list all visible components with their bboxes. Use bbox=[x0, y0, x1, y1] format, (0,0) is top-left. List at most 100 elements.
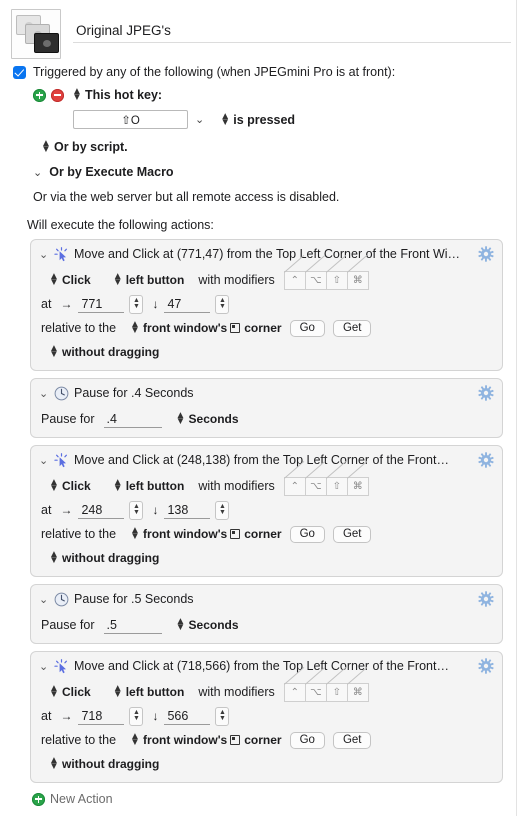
drag-mode-label[interactable]: without dragging bbox=[62, 757, 159, 771]
script-trigger-popup-icon[interactable]: ▲ ▼ bbox=[41, 139, 51, 155]
drag-mode-popup-icon[interactable]: ▲ ▼ bbox=[49, 550, 59, 566]
relative-to-label: relative to the bbox=[41, 321, 117, 335]
pause-unit-label[interactable]: Seconds bbox=[189, 618, 239, 632]
disclosure-chevron-down-icon[interactable]: ⌄ bbox=[39, 454, 48, 467]
command-modifier[interactable]: ⌘ bbox=[347, 270, 369, 290]
hotkey-input[interactable] bbox=[73, 110, 188, 129]
gear-icon[interactable] bbox=[478, 246, 494, 262]
get-button[interactable]: Get bbox=[332, 525, 372, 543]
control-modifier[interactable]: ⌃ bbox=[283, 476, 306, 496]
execute-macro-trigger-row: ⌄ Or by Execute Macro bbox=[33, 165, 507, 179]
action-body: ▲ ▼ Click ▲ ▼ left button with modifiers ⌃ ⌥ ⇧ ⌘ at… bbox=[31, 476, 502, 576]
y-coordinate-stepper[interactable]: ▲ ▼ bbox=[215, 500, 230, 520]
get-button[interactable]: Get bbox=[332, 319, 372, 337]
y-coordinate-stepper[interactable]: ▲ ▼ bbox=[215, 706, 230, 726]
drag-mode-label[interactable]: without dragging bbox=[62, 551, 159, 565]
new-action-label: New Action bbox=[50, 792, 113, 806]
gear-icon[interactable] bbox=[478, 658, 494, 674]
x-coordinate-stepper[interactable]: ▲ ▼ bbox=[129, 500, 144, 520]
go-button[interactable]: Go bbox=[289, 731, 325, 749]
disclosure-chevron-down-icon[interactable]: ⌄ bbox=[39, 248, 48, 261]
add-trigger-button[interactable] bbox=[33, 88, 46, 102]
x-coordinate-stepper[interactable]: ▲ ▼ bbox=[129, 706, 144, 726]
mouse-button-popup-icon[interactable]: ▲ ▼ bbox=[113, 478, 123, 494]
pause-unit-popup-icon[interactable]: ▲ ▼ bbox=[176, 617, 186, 633]
macro-title-input[interactable] bbox=[73, 21, 511, 43]
click-mode-label[interactable]: Click bbox=[62, 273, 91, 287]
option-modifier[interactable]: ⌥ bbox=[305, 476, 327, 496]
mouse-button-label[interactable]: left button bbox=[126, 685, 185, 699]
script-trigger-label[interactable]: Or by script. bbox=[54, 140, 128, 154]
x-coordinate-input[interactable] bbox=[78, 707, 125, 725]
pause-duration-input[interactable] bbox=[103, 616, 162, 634]
x-coordinate-input[interactable] bbox=[78, 501, 125, 519]
action-block[interactable]: ⌄ Move and Click at (771,47) from the Top… bbox=[30, 239, 503, 371]
click-mode-label[interactable]: Click bbox=[62, 685, 91, 699]
pause-duration-input[interactable] bbox=[103, 410, 162, 428]
new-action-button[interactable]: New Action bbox=[32, 792, 517, 806]
gear-icon[interactable] bbox=[478, 385, 494, 401]
mouse-button-label[interactable]: left button bbox=[126, 273, 185, 287]
action-body: Pause for ▲▼Seconds bbox=[31, 615, 502, 643]
action-block[interactable]: ⌄ Pause for .5 Seconds Pause for ▲▼Seconds bbox=[30, 584, 503, 644]
x-coordinate-input[interactable] bbox=[78, 295, 125, 313]
disclosure-chevron-down-icon[interactable]: ⌄ bbox=[39, 387, 48, 400]
mouse-button-popup-icon[interactable]: ▲ ▼ bbox=[113, 272, 123, 288]
hotkey-chevron-down-icon[interactable]: ⌄ bbox=[195, 113, 204, 126]
stacked-photos-icon[interactable] bbox=[11, 9, 61, 59]
command-modifier[interactable]: ⌘ bbox=[347, 476, 369, 496]
action-block[interactable]: ⌄ Move and Click at (718,566) from the To… bbox=[30, 651, 503, 783]
relative-target-popup-icon[interactable]: ▲ ▼ bbox=[130, 320, 140, 336]
y-coordinate-stepper[interactable]: ▲ ▼ bbox=[215, 294, 230, 314]
option-modifier[interactable]: ⌥ bbox=[305, 270, 327, 290]
y-coordinate-input[interactable] bbox=[164, 501, 211, 519]
action-body: ▲ ▼ Click ▲ ▼ left button with modifiers ⌃ ⌥ ⇧ ⌘ at… bbox=[31, 270, 502, 370]
x-coordinate-stepper[interactable]: ▲ ▼ bbox=[129, 294, 144, 314]
y-coordinate-input[interactable] bbox=[164, 295, 211, 313]
click-mode-label[interactable]: Click bbox=[62, 479, 91, 493]
relative-target-label[interactable]: front window's bbox=[143, 733, 227, 747]
y-coordinate-input[interactable] bbox=[164, 707, 211, 725]
go-button[interactable]: Go bbox=[289, 319, 325, 337]
control-modifier[interactable]: ⌃ bbox=[283, 270, 306, 290]
relative-target-popup-icon[interactable]: ▲ ▼ bbox=[130, 732, 140, 748]
modifier-keys-group[interactable]: ⌃ ⌥ ⇧ ⌘ bbox=[283, 270, 369, 290]
control-modifier[interactable]: ⌃ bbox=[283, 682, 306, 702]
relative-target-label[interactable]: front window's bbox=[143, 321, 227, 335]
command-modifier[interactable]: ⌘ bbox=[347, 682, 369, 702]
action-block[interactable]: ⌄ Move and Click at (248,138) from the To… bbox=[30, 445, 503, 577]
hotkey-condition-popup-icon[interactable]: ▲ ▼ bbox=[220, 111, 230, 127]
trigger-type-label[interactable]: This hot key: bbox=[85, 88, 162, 102]
execute-macro-label[interactable]: Or by Execute Macro bbox=[49, 165, 173, 179]
trigger-checkbox[interactable] bbox=[13, 65, 26, 79]
action-block[interactable]: ⌄ Pause for .4 Seconds Pause for ▲▼Seconds bbox=[30, 378, 503, 438]
shift-modifier[interactable]: ⇧ bbox=[326, 476, 348, 496]
execute-macro-chevron-down-icon[interactable]: ⌄ bbox=[33, 166, 42, 179]
mouse-button-label[interactable]: left button bbox=[126, 479, 185, 493]
shift-modifier[interactable]: ⇧ bbox=[326, 682, 348, 702]
click-mode-popup-icon[interactable]: ▲ ▼ bbox=[49, 684, 59, 700]
get-button[interactable]: Get bbox=[332, 731, 372, 749]
click-mode-popup-icon[interactable]: ▲ ▼ bbox=[49, 478, 59, 494]
gear-icon[interactable] bbox=[478, 452, 494, 468]
trigger-type-popup-icon[interactable]: ▲ ▼ bbox=[72, 87, 82, 103]
pause-unit-label[interactable]: Seconds bbox=[189, 412, 239, 426]
drag-mode-popup-icon[interactable]: ▲ ▼ bbox=[49, 756, 59, 772]
shift-modifier[interactable]: ⇧ bbox=[326, 270, 348, 290]
drag-mode-popup-icon[interactable]: ▲ ▼ bbox=[49, 344, 59, 360]
click-mode-popup-icon[interactable]: ▲ ▼ bbox=[49, 272, 59, 288]
remove-trigger-button[interactable] bbox=[51, 88, 64, 102]
mouse-button-popup-icon[interactable]: ▲ ▼ bbox=[113, 684, 123, 700]
hotkey-condition-label[interactable]: is pressed bbox=[233, 113, 295, 127]
disclosure-chevron-down-icon[interactable]: ⌄ bbox=[39, 660, 48, 673]
pause-unit-popup-icon[interactable]: ▲ ▼ bbox=[176, 411, 186, 427]
go-button[interactable]: Go bbox=[289, 525, 325, 543]
modifier-keys-group[interactable]: ⌃ ⌥ ⇧ ⌘ bbox=[283, 682, 369, 702]
option-modifier[interactable]: ⌥ bbox=[305, 682, 327, 702]
relative-target-label[interactable]: front window's bbox=[143, 527, 227, 541]
gear-icon[interactable] bbox=[478, 591, 494, 607]
modifier-keys-group[interactable]: ⌃ ⌥ ⇧ ⌘ bbox=[283, 476, 369, 496]
disclosure-chevron-down-icon[interactable]: ⌄ bbox=[39, 593, 48, 606]
drag-mode-label[interactable]: without dragging bbox=[62, 345, 159, 359]
relative-target-popup-icon[interactable]: ▲ ▼ bbox=[130, 526, 140, 542]
